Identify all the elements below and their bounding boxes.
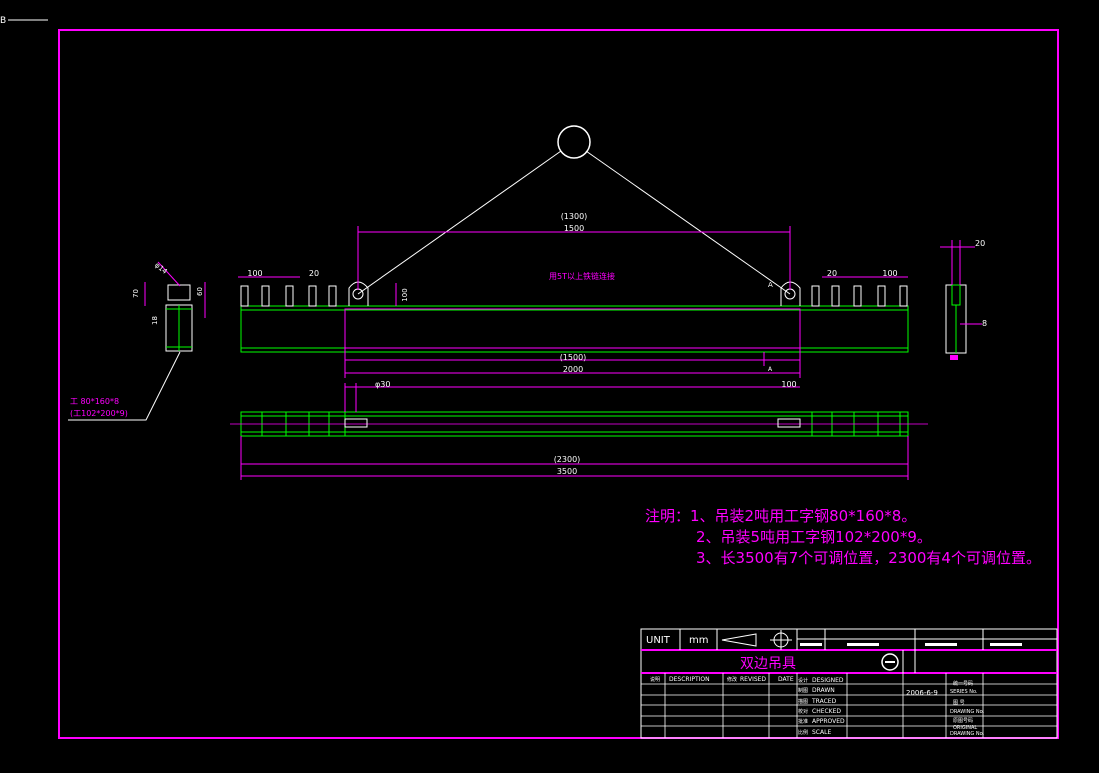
checked-cn: 校对: [798, 708, 808, 715]
original-cn: 原图号码: [953, 717, 973, 724]
scale-seg-1: [800, 643, 822, 646]
traced: TRACED: [811, 698, 837, 705]
overall-label: 3500: [557, 467, 577, 476]
checked: CHECKED: [812, 708, 841, 715]
lower-span-paren: (1500): [560, 353, 587, 362]
drawing-no: DRAWING No.: [950, 709, 985, 715]
section-h2-label: 60: [196, 287, 204, 296]
section-label-1: 工 80*160*8: [70, 397, 119, 406]
chain-note: 用5T以上铁链连接: [549, 271, 615, 281]
scale-seg-4: [990, 643, 1022, 646]
designed-cn: 设计: [798, 677, 808, 684]
right-top-label: 20: [975, 239, 985, 248]
scale: SCALE: [812, 729, 831, 736]
left-gap-label: 20: [309, 269, 319, 278]
note-line-3: 3、长3500有7个可调位置，2300有4个可调位置。: [696, 549, 1041, 567]
scale-cn: 比例: [798, 729, 808, 736]
scale-bar: [797, 629, 1057, 650]
section-h3-label: 18: [151, 316, 159, 325]
approved-cn: 批准: [798, 718, 808, 725]
lower-span-label: 2000: [563, 365, 583, 374]
right-section-base: [950, 355, 958, 360]
lug: [831, 285, 840, 307]
section-h1-label: 70: [132, 289, 140, 298]
right-gap-label: 20: [827, 269, 837, 278]
shackle-ring: [557, 125, 591, 159]
lug: [899, 285, 908, 307]
plate-width-label: 100: [781, 380, 796, 389]
notes-block: 注明：1、吊装2吨用工字钢80*160*8。 2、吊装5吨用工字钢102*200…: [645, 507, 1041, 567]
left-cross-section: φ14 70 60 18 工 80*160*8 (工102*200*9): [68, 261, 206, 421]
lug: [853, 285, 862, 307]
overall-paren-label: (2300): [554, 455, 581, 464]
right-side-label: 8: [982, 319, 987, 328]
date-value: 2006-6-9: [906, 689, 938, 697]
span-paren-label: (1300): [561, 212, 588, 221]
series-cn: 统一号码: [953, 680, 973, 687]
span-label: 1500: [564, 224, 584, 233]
note-line-1: 注明：1、吊装2吨用工字钢80*160*8。: [645, 507, 916, 525]
scale-seg-3: [925, 643, 957, 646]
corner-mark: B: [0, 16, 6, 26]
plan-left-plate: [344, 418, 368, 428]
original-2: DRAWING No.: [950, 731, 985, 737]
traced-cn: 描图: [798, 698, 808, 705]
right-section-lug: [951, 284, 961, 306]
projection-cone-icon: [721, 633, 757, 647]
section-lug: [167, 284, 191, 301]
unit-label: UNIT: [646, 635, 671, 646]
approved: APPROVED: [812, 718, 845, 725]
lug: [308, 285, 317, 307]
series: SERIES No.: [950, 689, 978, 695]
cad-drawing-canvas: B 用5T以上铁链连接 (1300) 1500 100 20 20 100 10…: [0, 16, 1059, 739]
right-pitch-label: 100: [882, 269, 897, 278]
col-description: DESCRIPTION: [669, 676, 710, 683]
title-block: UNIT mm 双边吊具 说明 DESCRIPTION 修改 REVISED D…: [640, 628, 1058, 739]
plan-right-plate: [777, 418, 801, 428]
lug: [240, 285, 249, 307]
section-label-2: (工102*200*9): [70, 409, 128, 418]
designed: DESIGNED: [812, 677, 844, 684]
drawn: DRAWN: [812, 687, 835, 694]
unit-value: mm: [689, 635, 708, 646]
left-chain: [357, 150, 562, 295]
col-description-cn: 说明: [650, 676, 660, 683]
left-pitch-label: 100: [247, 269, 262, 278]
lifting-assembly-elevation: 用5T以上铁链连接 (1300) 1500 100 20 20 100 100 …: [238, 125, 909, 378]
lug: [877, 285, 886, 307]
lug: [285, 285, 294, 307]
lug: [811, 285, 820, 307]
hole-dia-label: φ30: [375, 380, 390, 389]
right-lug-row: [811, 285, 908, 307]
scale-seg-2: [847, 643, 879, 646]
plan-view: φ30 100 (2300) 3500: [230, 380, 928, 480]
lug: [328, 285, 337, 307]
right-chain: [585, 150, 791, 295]
sliding-beam: [344, 308, 801, 349]
col-revised: REVISED: [740, 676, 766, 683]
right-cross-section: 20 8: [940, 239, 987, 360]
col-date: DATE: [778, 676, 794, 683]
left-lug-row: [240, 285, 337, 307]
col-revised-cn: 修改: [727, 676, 737, 683]
ear-height-label: 100: [401, 288, 409, 301]
lug: [261, 285, 270, 307]
note-line-2: 2、吊装5吨用工字钢102*200*9。: [696, 528, 932, 546]
lower-A-label: A: [768, 366, 773, 373]
drawn-cn: 制图: [798, 687, 808, 694]
ear-label-A: A: [768, 281, 773, 289]
section-dia-label: φ14: [153, 261, 169, 276]
drawing-no-cn: 图 号: [953, 700, 965, 706]
drawing-title: 双边吊具: [740, 656, 796, 672]
main-beam: [240, 305, 909, 353]
